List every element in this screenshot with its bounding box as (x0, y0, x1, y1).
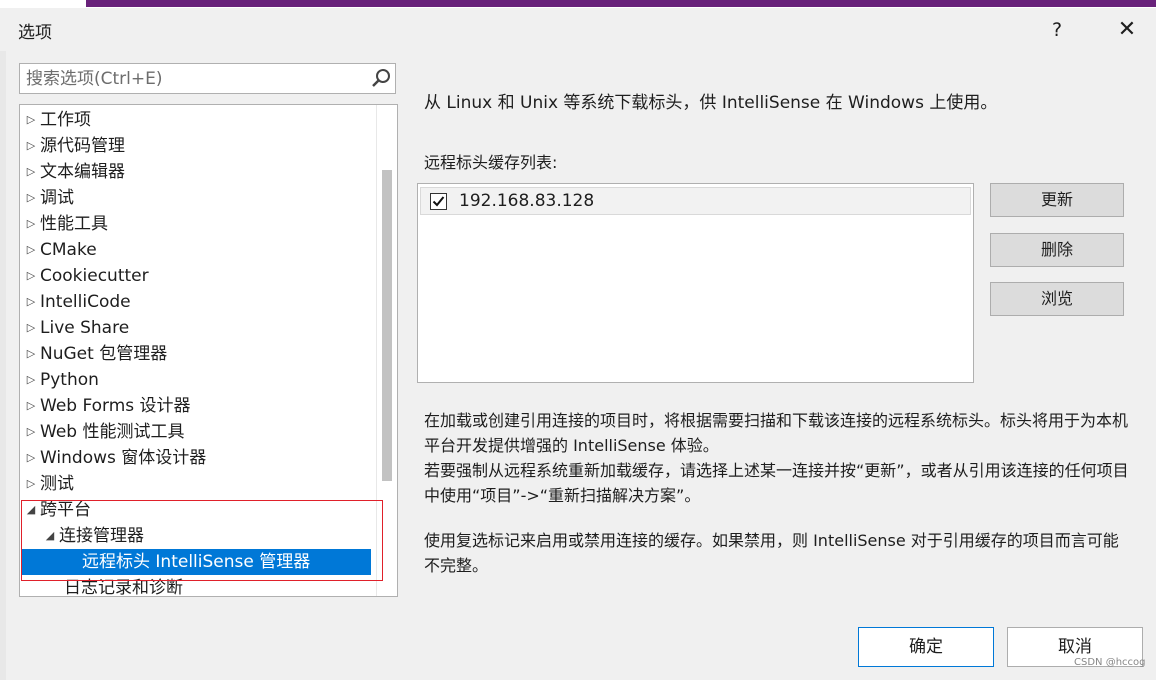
tree-item-label: Cookiecutter (40, 266, 149, 286)
tree-item[interactable]: ▷ 源代码管理 (22, 133, 372, 159)
watermark: CSDN @hccog (1074, 657, 1146, 668)
expand-icon[interactable]: ▷ (22, 237, 40, 263)
tree-item[interactable]: ▷ IntelliCode (22, 289, 372, 315)
tree-item[interactable]: ▷ 性能工具 (22, 211, 372, 237)
title-accent-strip (0, 0, 1156, 8)
expand-icon[interactable]: ▷ (22, 107, 40, 133)
collapse-icon[interactable]: ◢ (22, 497, 40, 523)
tree-item-label: 性能工具 (40, 214, 108, 234)
tree-item-cross-platform[interactable]: ◢ 跨平台 (22, 497, 372, 523)
expand-icon[interactable]: ▷ (22, 211, 40, 237)
expand-icon[interactable]: ▷ (22, 445, 40, 471)
tree-item-label: 跨平台 (40, 500, 91, 520)
tree-item-label: 文本编辑器 (40, 162, 125, 182)
tree-item-connection-manager[interactable]: ◢ 连接管理器 (41, 523, 372, 549)
cache-host-label: 192.168.83.128 (459, 191, 595, 211)
tree-item[interactable]: ▷ Cookiecutter (22, 263, 372, 289)
checkmark-icon (432, 196, 445, 207)
tree-item-label: CMake (40, 240, 97, 260)
tree-item-label: NuGet 包管理器 (40, 344, 168, 364)
options-tree: ▷ 工作项 ▷ 源代码管理 ▷ 文本编辑器 ▷ 调试 ▷ 性能工具 ▷ CMake ▷ Coo… (19, 104, 398, 597)
tree-item-label: Python (40, 370, 99, 390)
tree-item-label: Web Forms 设计器 (40, 396, 191, 416)
tree-item-label: 工作项 (40, 110, 91, 130)
expand-icon[interactable]: ▷ (22, 159, 40, 185)
cache-list-label: 远程标头缓存列表: (424, 153, 558, 172)
tree-item[interactable]: ▷ CMake (22, 237, 372, 263)
tree-item-label: Web 性能测试工具 (40, 422, 185, 442)
tree-item-label: 远程标头 IntelliSense 管理器 (82, 552, 311, 572)
tree-item-remote-header-manager[interactable]: 远程标头 IntelliSense 管理器 (21, 549, 371, 575)
browse-button[interactable]: 浏览 (990, 282, 1124, 316)
tree-item[interactable]: ▷ 工作项 (22, 107, 372, 133)
update-button[interactable]: 更新 (990, 183, 1124, 217)
expand-icon[interactable]: ▷ (22, 315, 40, 341)
expand-icon[interactable]: ▷ (22, 185, 40, 211)
info-paragraph-3: 使用复选标记来启用或禁用连接的缓存。如果禁用，则 IntelliSense 对于… (424, 531, 1119, 575)
expand-icon[interactable]: ▷ (22, 471, 40, 497)
expand-icon[interactable]: ▷ (22, 367, 40, 393)
search-box (19, 63, 396, 94)
tree-item-label: Windows 窗体设计器 (40, 448, 207, 468)
search-input[interactable] (20, 64, 366, 93)
cache-list: 192.168.83.128 (417, 183, 974, 383)
search-icon[interactable] (371, 68, 391, 88)
tree-item-label: 源代码管理 (40, 136, 125, 156)
tree-item[interactable]: ▷ Web 性能测试工具 (22, 419, 372, 445)
expand-icon[interactable]: ▷ (22, 133, 40, 159)
close-button[interactable]: ✕ (1110, 14, 1144, 46)
window-edge (0, 8, 6, 680)
scrollbar-thumb[interactable] (382, 170, 392, 481)
expand-icon[interactable]: ▷ (22, 393, 40, 419)
tree-item-label: IntelliCode (40, 292, 131, 312)
tree-item-label: Live Share (40, 318, 130, 338)
tree-scrollbar[interactable] (376, 105, 397, 596)
tree-item[interactable]: ▷ Python (22, 367, 372, 393)
info-paragraph-1: 在加载或创建引用连接的项目时，将根据需要扫描和下载该连接的远程系统标头。标头将用… (424, 411, 1129, 455)
window-title: 选项 (18, 23, 52, 43)
delete-button[interactable]: 删除 (990, 233, 1124, 267)
page-description: 从 Linux 和 Unix 等系统下载标头，供 IntelliSense 在 … (424, 93, 998, 113)
collapse-icon[interactable]: ◢ (41, 523, 59, 549)
help-button[interactable]: ? (1042, 16, 1072, 44)
tree-item[interactable]: ▷ 文本编辑器 (22, 159, 372, 185)
info-paragraph-2: 若要强制从远程系统重新加载缓存，请选择上述某一连接并按“更新”，或者从引用该连接… (424, 461, 1129, 505)
list-item[interactable]: 192.168.83.128 (420, 187, 971, 215)
tree-item[interactable]: ▷ Windows 窗体设计器 (22, 445, 372, 471)
tree-item[interactable]: ▷ NuGet 包管理器 (22, 341, 372, 367)
tree-item[interactable]: ▷ Live Share (22, 315, 372, 341)
tree-item-label: 日志记录和诊断 (64, 578, 183, 597)
tree-item[interactable]: ▷ Web Forms 设计器 (22, 393, 372, 419)
ok-button[interactable]: 确定 (858, 627, 994, 667)
expand-icon[interactable]: ▷ (22, 263, 40, 289)
tree-item-label: 调试 (40, 188, 74, 208)
accent-bar (86, 0, 1156, 7)
tree-item[interactable]: ▷ 测试 (22, 471, 372, 497)
tree-item-label: 测试 (40, 474, 74, 494)
expand-icon[interactable]: ▷ (22, 341, 40, 367)
tree-item-label: 连接管理器 (59, 526, 144, 546)
tree-item[interactable]: ▷ 调试 (22, 185, 372, 211)
expand-icon[interactable]: ▷ (22, 419, 40, 445)
expand-icon[interactable]: ▷ (22, 289, 40, 315)
title-bar: 选项 ? ✕ (0, 8, 1156, 51)
cache-checkbox[interactable] (430, 193, 447, 210)
tree-item-logging-diagnostics[interactable]: 日志记录和诊断 (64, 575, 364, 597)
